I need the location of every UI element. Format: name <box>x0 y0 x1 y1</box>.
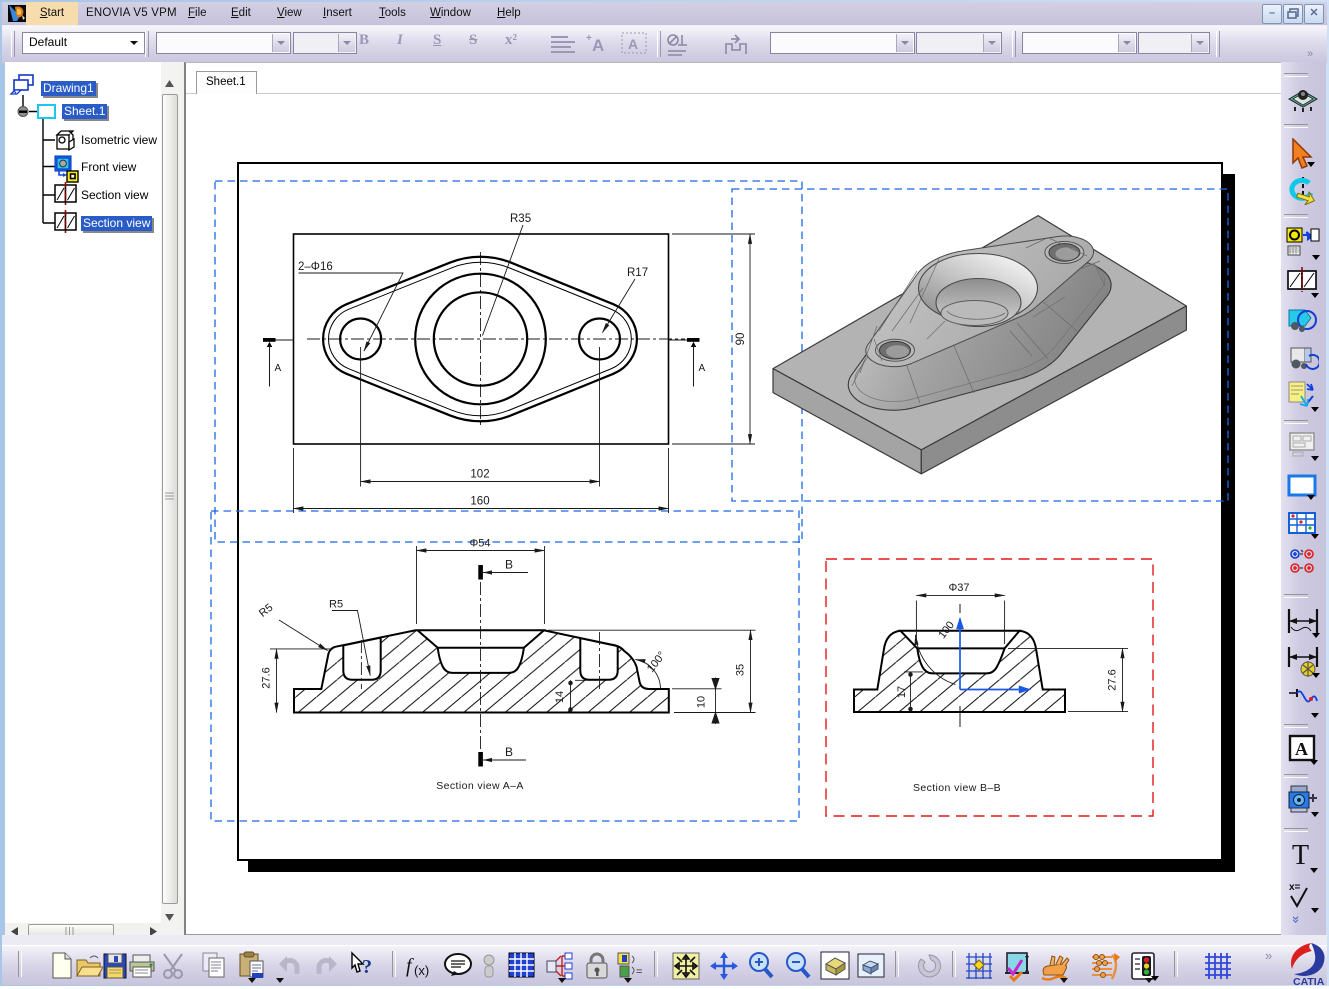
svg-text:2–Φ16: 2–Φ16 <box>298 261 333 273</box>
svg-text:160: 160 <box>470 496 489 508</box>
svg-text:B: B <box>505 558 513 572</box>
svg-text:Φ54: Φ54 <box>469 538 490 550</box>
svg-text:90: 90 <box>735 333 747 346</box>
svg-text:x=: x= <box>1289 882 1301 893</box>
svg-text:R5: R5 <box>329 599 343 611</box>
svg-text:102: 102 <box>470 469 489 481</box>
svg-text:?: ? <box>362 956 372 978</box>
svg-text:B: B <box>505 745 513 759</box>
svg-text:A: A <box>275 363 282 374</box>
svg-text:17: 17 <box>896 686 908 698</box>
svg-text:Section view A–A: Section view A–A <box>436 780 524 792</box>
svg-text:Section view B–B: Section view B–B <box>913 782 1001 794</box>
svg-text:10: 10 <box>696 696 708 708</box>
svg-text:R35: R35 <box>510 213 531 225</box>
svg-text:Φ37: Φ37 <box>948 582 969 594</box>
svg-text:35: 35 <box>735 664 747 676</box>
svg-text:A: A <box>1295 739 1308 759</box>
svg-text:27.6: 27.6 <box>261 667 273 688</box>
svg-text:f: f <box>406 955 414 977</box>
svg-text:+: + <box>586 33 592 44</box>
svg-text:14: 14 <box>554 691 566 703</box>
svg-text:A: A <box>628 36 638 52</box>
svg-text:A: A <box>699 363 706 374</box>
svg-text:(x): (x) <box>414 963 429 978</box>
svg-text:T: T <box>1292 840 1309 871</box>
svg-text:R17: R17 <box>627 267 648 279</box>
svg-text:27.6: 27.6 <box>1107 669 1119 690</box>
svg-text:=: = <box>636 966 642 978</box>
svg-text:CATIA: CATIA <box>1293 976 1325 988</box>
svg-text:A: A <box>592 36 604 54</box>
